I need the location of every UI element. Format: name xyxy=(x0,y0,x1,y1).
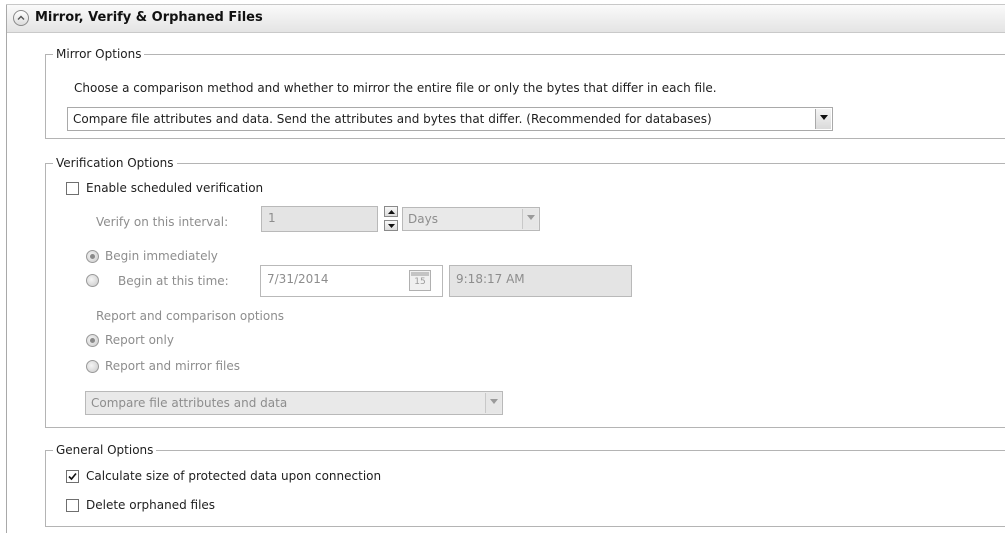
general-options-legend: General Options xyxy=(53,443,157,457)
chevron-down-icon xyxy=(820,115,828,120)
chevron-down-icon xyxy=(527,215,535,220)
delete-orphaned-checkbox[interactable] xyxy=(66,499,79,512)
calendar-icon[interactable]: 15 xyxy=(409,270,431,291)
interval-spin-up[interactable] xyxy=(384,206,398,217)
report-and-mirror-radio[interactable] xyxy=(86,360,99,373)
interval-unit-value: Days xyxy=(408,212,438,226)
verification-options-frame-bottom xyxy=(45,427,1005,428)
comparison-method-select[interactable]: Compare file attributes and data. Send t… xyxy=(67,107,833,131)
begin-at-time-label: Begin at this time: xyxy=(118,274,229,288)
comparison-method-dropdown-button[interactable] xyxy=(815,109,831,129)
mirror-options-frame-top xyxy=(45,54,1005,55)
verification-compare-select[interactable]: Compare file attributes and data xyxy=(85,391,503,415)
report-options-heading: Report and comparison options xyxy=(96,309,285,323)
mirror-options-legend: Mirror Options xyxy=(53,47,145,61)
general-options-frame-bottom xyxy=(45,526,1005,527)
panel-border-left xyxy=(6,4,7,533)
begin-at-time-radio[interactable] xyxy=(86,274,99,287)
mirror-options-description: Choose a comparison method and whether t… xyxy=(74,81,717,95)
general-options-frame-left xyxy=(45,450,46,526)
interval-unit-dropdown-button[interactable] xyxy=(522,209,538,229)
delete-orphaned-label: Delete orphaned files xyxy=(86,498,216,512)
mirror-options-frame-bottom xyxy=(45,138,1005,139)
report-only-radio[interactable] xyxy=(86,334,99,347)
verification-compare-dropdown-button[interactable] xyxy=(485,393,501,413)
arrow-down-icon xyxy=(388,224,395,228)
chevron-down-icon xyxy=(490,399,498,404)
checkmark-icon xyxy=(68,472,77,481)
calendar-icon-day: 15 xyxy=(414,277,426,287)
mirror-options-frame-left xyxy=(45,54,46,138)
verification-options-frame-top xyxy=(45,163,1005,164)
comparison-method-value: Compare file attributes and data. Send t… xyxy=(73,112,712,126)
general-options-frame-top xyxy=(45,450,1005,451)
report-and-mirror-label: Report and mirror files xyxy=(105,359,241,373)
begin-time-input[interactable]: 9:18:17 AM xyxy=(449,265,632,297)
calendar-icon-header xyxy=(411,272,429,276)
interval-unit-select[interactable]: Days xyxy=(402,207,540,231)
verification-options-frame-left xyxy=(45,163,46,427)
arrow-up-icon xyxy=(388,210,395,214)
verify-interval-input[interactable]: 1 xyxy=(261,206,378,232)
collapse-button[interactable] xyxy=(13,10,29,26)
section-title: Mirror, Verify & Orphaned Files xyxy=(35,10,263,25)
report-only-label: Report only xyxy=(105,333,174,347)
interval-spin-down[interactable] xyxy=(384,220,398,231)
verify-interval-label: Verify on this interval: xyxy=(96,215,229,229)
begin-immediately-label: Begin immediately xyxy=(105,249,218,263)
verification-compare-value: Compare file attributes and data xyxy=(91,396,288,410)
enable-scheduled-verification-label: Enable scheduled verification xyxy=(86,181,264,195)
verification-options-legend: Verification Options xyxy=(53,156,177,170)
begin-immediately-radio[interactable] xyxy=(86,250,99,263)
enable-scheduled-verification-checkbox[interactable] xyxy=(66,182,79,195)
chevron-up-icon xyxy=(17,15,25,20)
calculate-size-checkbox[interactable] xyxy=(66,470,79,483)
calculate-size-label: Calculate size of protected data upon co… xyxy=(86,469,382,483)
